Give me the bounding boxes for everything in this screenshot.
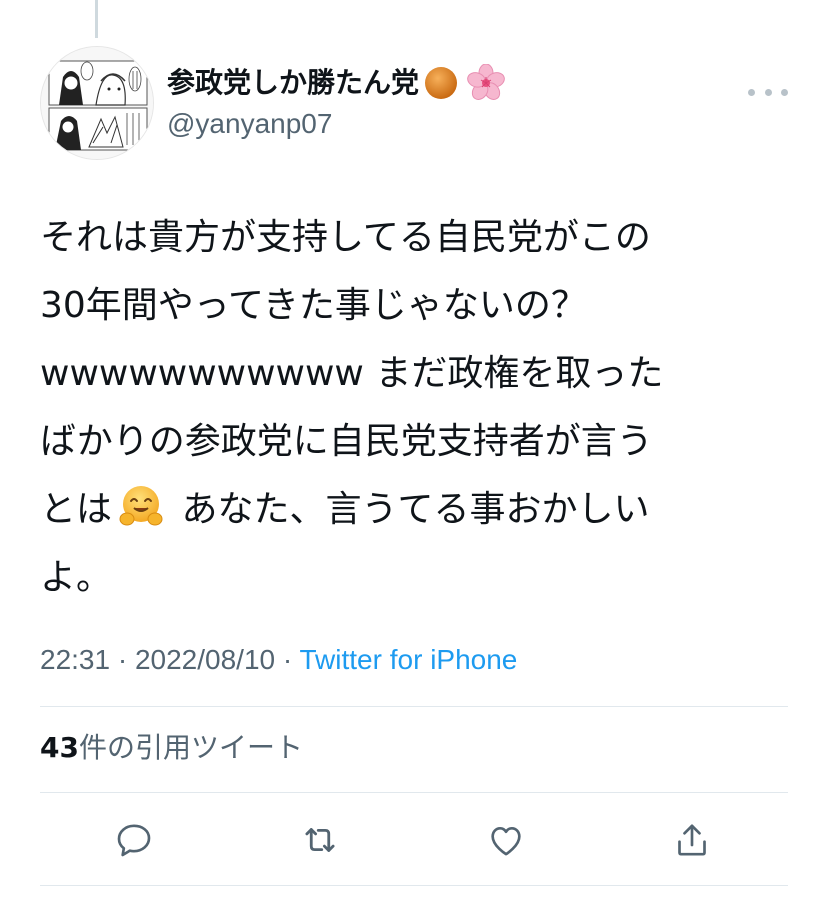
tweet-text-line: 30年間やってきた事じゃないの？ (40, 285, 587, 326)
tweet-text-line: とは あなた、言うてる事おかしい (40, 476, 790, 544)
tweet-text-line: ばかりの参政党に自民党支持者が言う (40, 421, 653, 462)
quote-count-label: 件の引用ツイート (78, 731, 303, 764)
reply-icon (117, 824, 151, 857)
tweet-text-line: それは貴方が支持してる自民党がこの (40, 217, 651, 258)
share-button[interactable] (664, 812, 720, 868)
quote-count-value: 43 (40, 731, 79, 764)
meta-separator: · (117, 644, 128, 675)
author-display-name[interactable]: 参政党しか勝たん党 (167, 64, 505, 102)
tweet-text-line: よ。 (40, 557, 113, 598)
tweet-date[interactable]: 2022/08/10 (135, 644, 275, 675)
tweet-text-fragment: あなた、言うてる事おかしい (170, 489, 650, 530)
tweet-source-link[interactable]: Twitter for iPhone (300, 644, 518, 675)
orange-circle-icon (425, 67, 458, 99)
tweet-text-fragment: とは (40, 489, 113, 530)
thread-connector-line (95, 0, 98, 38)
divider (40, 706, 788, 707)
meta-separator: · (282, 644, 293, 675)
divider (40, 792, 788, 793)
quote-tweets-link[interactable]: 43件の引用ツイート (40, 728, 303, 768)
reply-button[interactable] (106, 812, 162, 868)
hugging-face-icon (119, 486, 163, 526)
more-options-icon[interactable] (748, 82, 788, 102)
cherry-blossom-icon (467, 64, 505, 100)
tweet-text: それは貴方が支持してる自民党がこの 30年間やってきた事じゃないの？ wwwwwww… (40, 204, 790, 612)
display-name-text: 参政党しか勝たん党 (167, 66, 420, 99)
author-username[interactable]: @yanyanp07 (167, 108, 505, 140)
avatar-manga-image (41, 47, 153, 159)
retweet-button[interactable] (292, 812, 348, 868)
tweet-header: 参政党しか勝たん党 @yanyanp07 (40, 46, 790, 162)
tweet-action-bar (40, 812, 790, 868)
retweet-icon (305, 828, 335, 852)
tweet-detail-page: 参政党しか勝たん党 @yanyanp07 それは貴方が支持してる自民党がこの 3… (0, 0, 827, 904)
like-button[interactable] (478, 812, 534, 868)
like-icon (491, 827, 521, 856)
tweet-time[interactable]: 22:31 (40, 644, 110, 675)
share-icon (678, 824, 706, 856)
dot-icon (764, 88, 772, 96)
divider (40, 885, 788, 886)
avatar[interactable] (40, 46, 154, 160)
dot-icon (748, 88, 755, 96)
author-block[interactable]: 参政党しか勝たん党 @yanyanp07 (167, 64, 505, 140)
tweet-text-line: wwwwwwwwwww まだ政権を取った (40, 353, 664, 394)
tweet-meta: 22:31 · 2022/08/10 · Twitter for iPhone (40, 640, 517, 680)
dot-icon (781, 88, 788, 96)
